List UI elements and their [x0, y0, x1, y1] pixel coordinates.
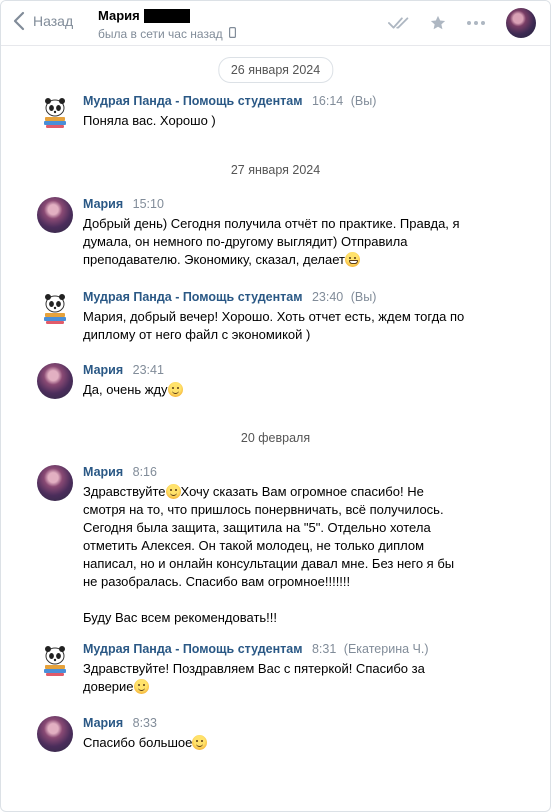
user-avatar[interactable]: [37, 716, 73, 752]
message-time: 23:40: [311, 290, 344, 304]
smile-emoji-icon: [133, 679, 149, 694]
message-text: Добрый день) Сегодня получила отчёт по п…: [83, 215, 530, 269]
message-time: 8:31: [311, 642, 337, 656]
message-line: Здравствуйте: [83, 484, 166, 499]
redacted-surname: [143, 8, 190, 23]
panda-avatar[interactable]: [37, 642, 73, 678]
message-note: (Екатерина Ч.): [343, 642, 429, 656]
smile-emoji-icon: [192, 735, 208, 750]
message-line: Здравствуйте! Поздравляем Вас с пятеркой…: [83, 661, 425, 676]
message-author[interactable]: Мудрая Панда - Помощь студентам: [83, 290, 302, 304]
message-author[interactable]: Мария: [83, 716, 123, 730]
message-text: Да, очень жду: [83, 381, 530, 399]
date-divider: 27 января 2024: [230, 163, 321, 177]
message-author[interactable]: Мудрая Панда - Помощь студентам: [83, 94, 302, 108]
grin-emoji-icon: [344, 252, 360, 267]
message-line: преподавателю. Экономику, сказал, делает: [83, 252, 345, 267]
chat-window: Назад Мария была в сети час назад 26 янв…: [0, 0, 551, 812]
user-avatar[interactable]: [37, 363, 73, 399]
message-text: Спасибо большое: [83, 734, 530, 752]
message-paragraph: Поняла вас. Хорошо ): [83, 113, 216, 128]
user-avatar[interactable]: [37, 465, 73, 501]
contact-name: Мария: [98, 8, 140, 23]
header-actions: [388, 13, 488, 33]
message-line: думала, он немного по-другому выглядит) …: [83, 234, 408, 249]
message-line: Буду Вас всем рекомендовать!!!: [83, 610, 278, 625]
back-label: Назад: [33, 13, 74, 29]
message-time: 16:14: [311, 94, 344, 108]
star-icon[interactable]: [426, 13, 450, 33]
message-line: смотря на то, что пришлось понервничать,…: [83, 502, 444, 517]
back-button[interactable]: Назад: [13, 11, 73, 31]
message-text: Поняла вас. Хорошо ): [83, 112, 530, 130]
status-text: была в сети час назад: [98, 27, 223, 41]
contact-status: была в сети час назад: [98, 27, 236, 41]
message-author[interactable]: Мудрая Панда - Помощь студентам: [83, 642, 302, 656]
message-line: отметить Алексея. Он такой молодец, не т…: [83, 538, 425, 553]
message-time: 8:16: [132, 465, 157, 479]
message-author[interactable]: Мария: [83, 197, 123, 211]
panda-avatar[interactable]: [37, 94, 73, 130]
message-author[interactable]: Мария: [83, 465, 123, 479]
contact-avatar[interactable]: [506, 8, 536, 38]
panda-avatar[interactable]: [37, 290, 73, 326]
message-line: Да, очень жду: [83, 382, 168, 397]
message-time: 15:10: [132, 197, 164, 211]
message-text: Мария, добрый вечер! Хорошо. Хоть отчет …: [83, 308, 530, 344]
message-note: (Вы): [350, 94, 377, 108]
message-line: Добрый день) Сегодня получила отчёт по п…: [83, 216, 460, 231]
message-text: Здравствуйте! Поздравляем Вас с пятеркой…: [83, 660, 530, 696]
message-time: 23:41: [132, 363, 164, 377]
message-line: Сегодня была защита, защитила на "5". От…: [83, 520, 431, 535]
chevron-left-icon: [13, 11, 25, 31]
smile-emoji-icon: [167, 382, 183, 397]
user-avatar[interactable]: [37, 197, 73, 233]
message-line: написал, но и онлайн консультации давал …: [83, 556, 455, 571]
phone-icon: [228, 27, 236, 41]
message-line: Хочу сказать Вам огромное спасибо! Не: [180, 484, 424, 499]
message-text: Здравствуйте Хочу сказать Вам огромное сп…: [83, 483, 530, 627]
message-author[interactable]: Мария: [83, 363, 123, 377]
message-line: не разобралась. Спасибо вам огромное!!!!…: [83, 574, 351, 589]
message-line: Мария, добрый вечер! Хорошо. Хоть отчет …: [83, 309, 465, 324]
smile-emoji-icon: [165, 484, 181, 499]
contact-info[interactable]: Мария была в сети час назад: [98, 7, 236, 41]
message-line: Спасибо большое: [83, 735, 193, 750]
double-check-icon[interactable]: [388, 13, 412, 33]
date-divider: 20 февраля: [240, 431, 311, 445]
date-divider: 26 января 2024: [217, 57, 334, 83]
message-time: 8:33: [132, 716, 157, 730]
message-line: диплому от него файл с экономикой ): [83, 327, 311, 342]
more-icon[interactable]: [464, 13, 488, 33]
chat-header: Назад Мария была в сети час назад: [1, 1, 550, 46]
message-note: (Вы): [350, 290, 377, 304]
message-line: доверие: [83, 679, 134, 694]
